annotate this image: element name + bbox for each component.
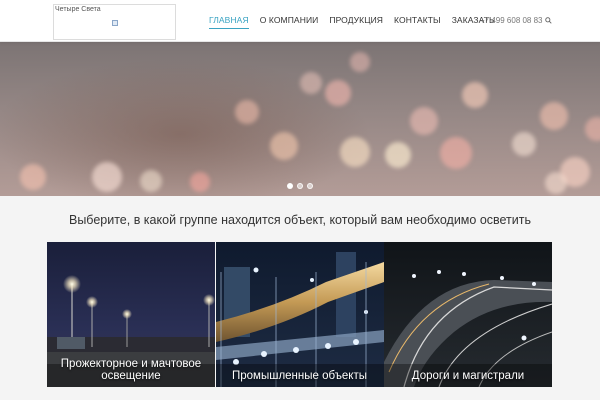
bokeh-light bbox=[270, 132, 298, 160]
bokeh-light bbox=[300, 72, 322, 94]
hero-slider[interactable] bbox=[0, 42, 600, 196]
bokeh-light bbox=[512, 132, 536, 156]
section-heading: Выберите, в какой группе находится объек… bbox=[68, 213, 532, 227]
search-icon[interactable] bbox=[545, 17, 552, 24]
bokeh-light bbox=[440, 137, 472, 169]
logo[interactable]: Четыре Света bbox=[53, 4, 176, 40]
nav-item-about[interactable]: О КОМПАНИИ bbox=[260, 15, 319, 29]
bokeh-light bbox=[140, 170, 162, 192]
bokeh-light bbox=[20, 164, 46, 190]
bokeh-light bbox=[540, 102, 568, 130]
phone-number[interactable]: +7 499 608 08 83 bbox=[480, 16, 543, 25]
category-card-label: Промышленные объекты bbox=[232, 370, 367, 382]
category-card-roads[interactable]: Дороги и магистрали bbox=[384, 242, 552, 387]
category-cards: Прожекторное и мачтовое освещение Промыш… bbox=[47, 242, 552, 387]
category-card-label: Дороги и магистрали bbox=[411, 370, 525, 382]
bokeh-light bbox=[545, 172, 567, 194]
main-nav: ГЛАВНАЯ О КОМПАНИИ ПРОДУКЦИЯ КОНТАКТЫ ЗА… bbox=[209, 15, 506, 29]
slider-dot-2[interactable] bbox=[297, 183, 303, 189]
bokeh-light bbox=[92, 162, 122, 192]
category-card-floodlight[interactable]: Прожекторное и мачтовое освещение bbox=[47, 242, 215, 387]
site-header: Четыре Света ГЛАВНАЯ О КОМПАНИИ ПРОДУКЦИ… bbox=[0, 0, 600, 42]
nav-item-products[interactable]: ПРОДУКЦИЯ bbox=[329, 15, 383, 29]
nav-item-home[interactable]: ГЛАВНАЯ bbox=[209, 15, 249, 29]
bokeh-light bbox=[350, 52, 370, 72]
nav-item-contacts[interactable]: КОНТАКТЫ bbox=[394, 15, 441, 29]
bokeh-light bbox=[340, 137, 370, 167]
bokeh-light bbox=[410, 107, 438, 135]
slider-dot-3[interactable] bbox=[307, 183, 313, 189]
bokeh-light bbox=[385, 142, 411, 168]
bokeh-light bbox=[190, 172, 210, 192]
broken-image-icon bbox=[112, 20, 118, 26]
logo-alt-text: Четыре Света bbox=[55, 6, 101, 13]
bokeh-light bbox=[462, 82, 488, 108]
slider-dots bbox=[287, 183, 313, 189]
bokeh-light bbox=[585, 117, 600, 141]
bokeh-light bbox=[325, 80, 351, 106]
category-card-industrial[interactable]: Промышленные объекты bbox=[215, 242, 384, 387]
bokeh-light bbox=[235, 100, 259, 124]
slider-dot-1[interactable] bbox=[287, 183, 293, 189]
category-card-label: Прожекторное и мачтовое освещение bbox=[60, 358, 202, 382]
